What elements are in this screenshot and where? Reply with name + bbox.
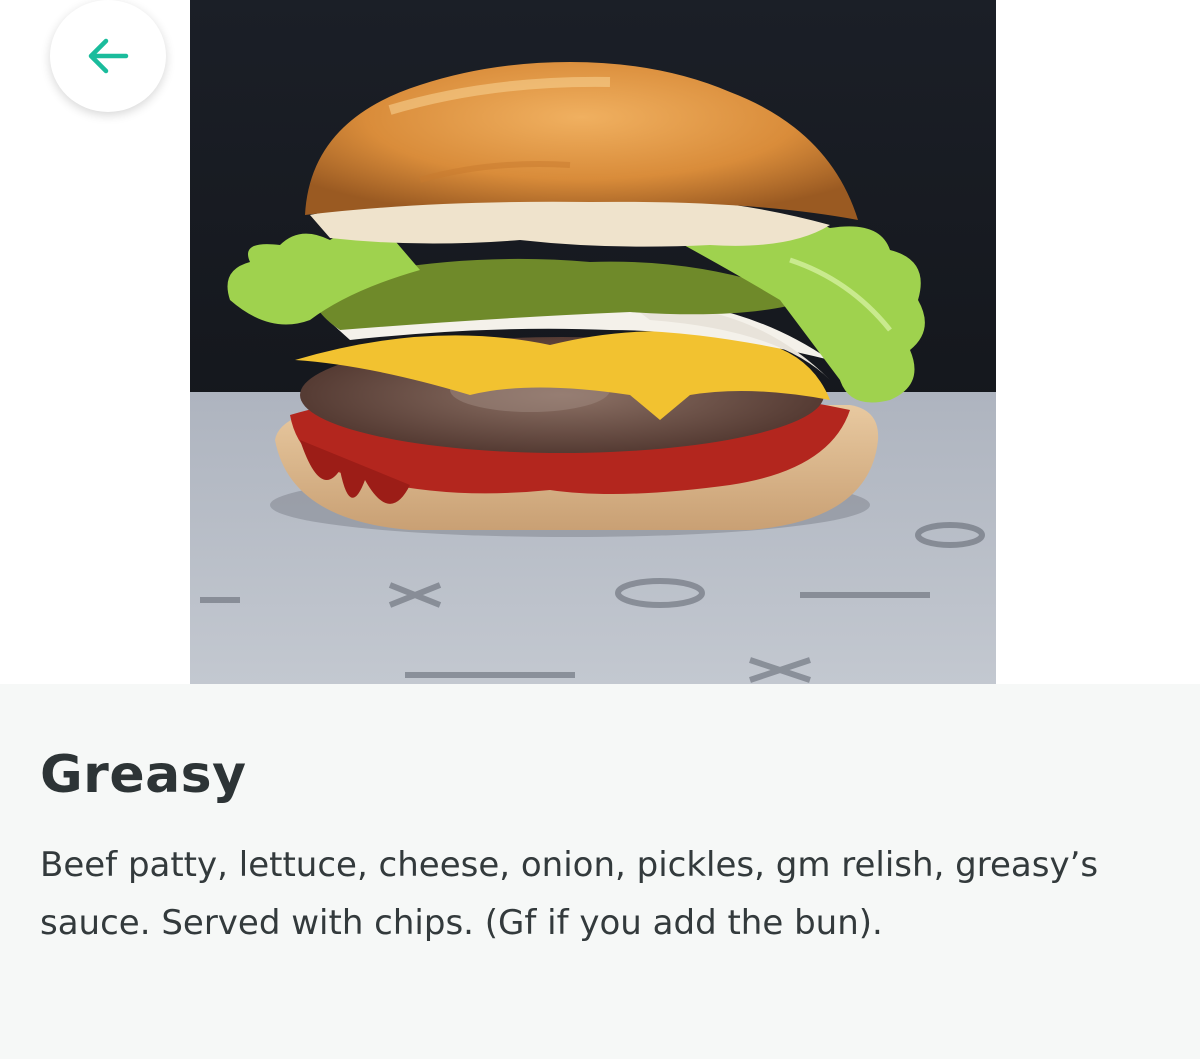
back-button[interactable]: [50, 0, 166, 112]
burger-photo: [190, 0, 996, 684]
item-description: Beef patty, lettuce, cheese, onion, pick…: [40, 845, 1099, 943]
arrow-left-icon: [88, 38, 129, 74]
item-image-area: [0, 0, 1200, 684]
item-title: Greasy: [40, 745, 247, 805]
